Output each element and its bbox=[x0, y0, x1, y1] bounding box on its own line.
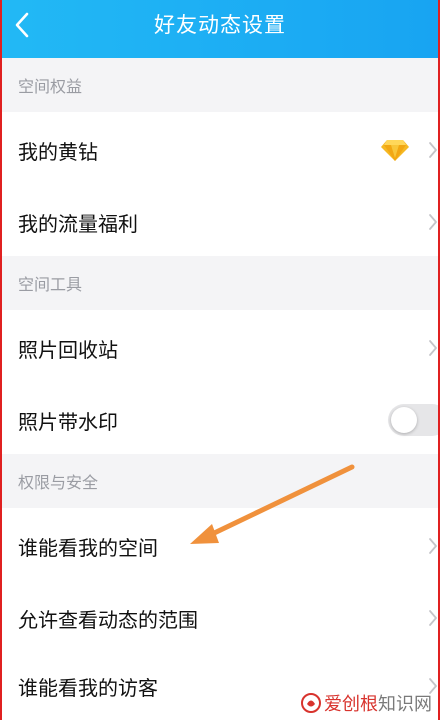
watermark-toggle[interactable] bbox=[388, 404, 440, 436]
chevron-right-icon bbox=[428, 339, 438, 357]
row-label: 谁能看我的访客 bbox=[18, 675, 158, 700]
watermark-suffix: 知识网 bbox=[378, 694, 432, 715]
row-label: 我的黄钻 bbox=[18, 139, 98, 164]
row-feed-visibility-range[interactable]: 允许查看动态的范围 bbox=[0, 584, 440, 652]
row-photo-recycle-bin[interactable]: 照片回收站 bbox=[0, 310, 440, 386]
row-label: 照片回收站 bbox=[18, 337, 118, 362]
row-photo-watermark: 照片带水印 bbox=[0, 386, 440, 454]
watermark: 爱创根 知识网 bbox=[301, 690, 432, 716]
row-label: 我的流量福利 bbox=[18, 211, 138, 236]
chevron-right-icon bbox=[428, 537, 438, 555]
row-label: 允许查看动态的范围 bbox=[18, 607, 198, 632]
diamond-icon bbox=[380, 138, 410, 162]
row-label: 谁能看我的空间 bbox=[18, 535, 158, 560]
row-label: 照片带水印 bbox=[18, 409, 118, 434]
section-header-permissions-security: 权限与安全 bbox=[0, 454, 440, 508]
watermark-logo-icon bbox=[301, 693, 321, 713]
section-header-space-tools: 空间工具 bbox=[0, 256, 440, 310]
row-who-can-see-my-space[interactable]: 谁能看我的空间 bbox=[0, 508, 440, 584]
toggle-knob bbox=[391, 407, 417, 433]
page-title: 好友动态设置 bbox=[154, 13, 286, 37]
top-bar: 好友动态设置 bbox=[0, 0, 440, 58]
chevron-right-icon bbox=[428, 141, 438, 159]
row-my-traffic-benefits[interactable]: 我的流量福利 bbox=[0, 188, 440, 256]
watermark-brand: 爱创根 bbox=[324, 694, 378, 715]
chevron-right-icon bbox=[428, 213, 438, 231]
chevron-right-icon bbox=[428, 609, 438, 627]
section-header-space-benefits: 空间权益 bbox=[0, 58, 440, 112]
row-my-yellow-diamond[interactable]: 我的黄钻 bbox=[0, 112, 440, 188]
